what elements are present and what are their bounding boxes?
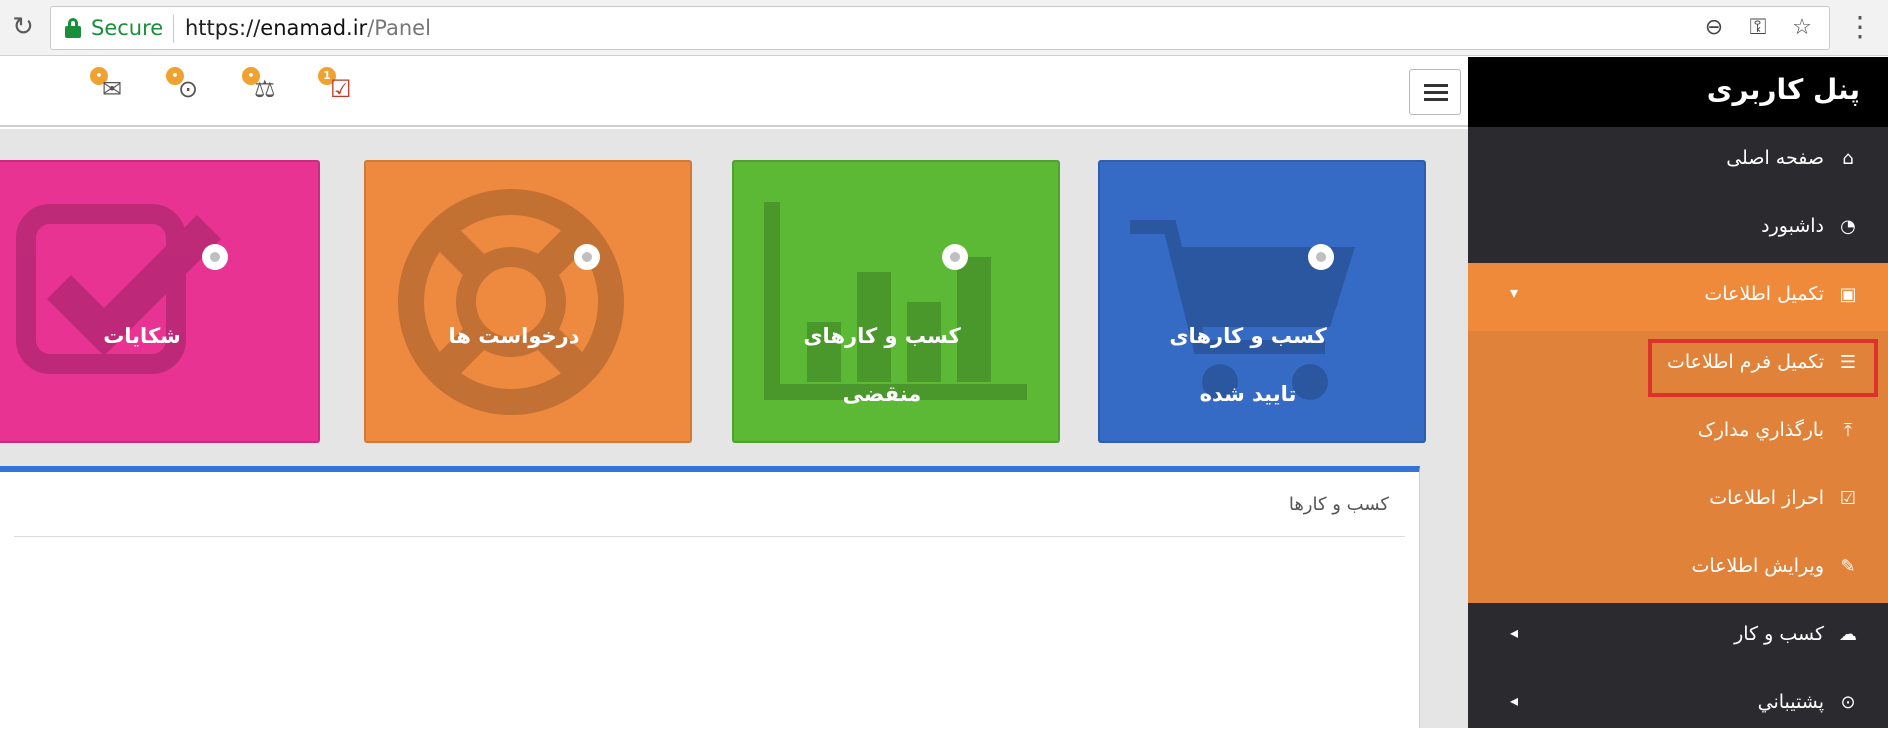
businesses-panel: کسب و کارها xyxy=(0,466,1420,728)
id-card-icon: ▣ xyxy=(1839,284,1857,305)
main-content: شکایات درخواست ها کسب و کارهای منقضی کسب… xyxy=(0,129,1468,728)
home-icon: ⌂ xyxy=(1842,148,1854,169)
cloud-icon: ☁ xyxy=(1839,624,1857,645)
tile-requests[interactable]: درخواست ها xyxy=(364,160,692,443)
tile-label: کسب و کارهای تایید شده xyxy=(1169,324,1327,406)
sidebar-item-label: پشتيباني xyxy=(1757,691,1824,713)
sidebar-item-home[interactable]: ⌂ صفحه اصلی xyxy=(1468,127,1888,195)
sidebar-item-label: ویرایش اطلاعات xyxy=(1691,555,1824,577)
tile-indicator xyxy=(942,244,968,270)
tile-approved-businesses[interactable]: کسب و کارهای تایید شده xyxy=(1098,160,1426,443)
sidebar-toggle-button[interactable] xyxy=(1409,69,1461,115)
support-notification[interactable]: • ⊙ xyxy=(166,67,206,107)
sidebar-item-support[interactable]: ⊙ پشتيباني ◂ xyxy=(1468,671,1888,739)
sidebar-subitem-info-form[interactable]: ☰تکمیل فرم اطلاعات xyxy=(1468,331,1888,399)
upload-icon: ⤒ xyxy=(1844,420,1852,441)
panel-title: کسب و کارها xyxy=(1288,494,1389,515)
browser-toolbar: ↻ Secure https://enamad.ir/Panel ⊖ ⚿ ☆ ⋮ xyxy=(0,0,1888,56)
sidebar-submenu: ☰تکمیل فرم اطلاعات ⤒ بارگذاري مدارک ☑ احرا… xyxy=(1468,331,1888,603)
star-icon[interactable]: ☆ xyxy=(1789,14,1815,42)
sidebar-subitem-upload-docs[interactable]: ⤒ بارگذاري مدارک xyxy=(1468,399,1888,467)
tile-indicator xyxy=(202,244,228,270)
calendar-check-icon: ☑ xyxy=(330,75,352,103)
tile-indicator xyxy=(1308,244,1334,270)
edit-icon: ✎ xyxy=(1840,556,1856,577)
address-divider xyxy=(173,15,174,43)
highlight-box xyxy=(1648,339,1878,397)
sidebar-item-label: داشبورد xyxy=(1761,215,1824,237)
dashboard-icon: ◔ xyxy=(1840,216,1856,237)
balance-scale-icon: ⚖ xyxy=(254,75,276,103)
url-path: /Panel xyxy=(367,16,431,40)
tile-expired-businesses[interactable]: کسب و کارهای منقضی xyxy=(732,160,1060,443)
check-square-icon: ☑ xyxy=(1839,488,1857,509)
tile-complaints[interactable]: شکایات xyxy=(0,160,320,443)
sidebar-item-dashboard[interactable]: ◔ داشبورد xyxy=(1468,195,1888,263)
reload-icon[interactable]: ↻ xyxy=(8,12,38,42)
address-bar[interactable]: Secure https://enamad.ir/Panel ⊖ ⚿ ☆ xyxy=(50,6,1830,50)
messages-notification[interactable]: • ✉ xyxy=(90,67,130,107)
sidebar-subitem-verify-info[interactable]: ☑ احراز اطلاعات xyxy=(1468,467,1888,535)
calendar-notification[interactable]: 1 ☑ xyxy=(318,67,358,107)
sidebar: پنل کاربری ⌂ صفحه اصلی ◔ داشبورد ▣ تکمیل اط… xyxy=(1468,57,1888,728)
top-navbar: • ✉ • ⊙ • ⚖ 1 ☑ xyxy=(0,57,1468,127)
sidebar-item-business[interactable]: ☁ کسب و کار ◂ xyxy=(1468,603,1888,671)
caret-left-icon: ◂ xyxy=(1510,691,1519,710)
sidebar-title: پنل کاربری xyxy=(1468,57,1888,127)
life-ring-icon: ⊙ xyxy=(178,75,199,103)
caret-down-icon: ▾ xyxy=(1510,283,1519,302)
url-host: enamad.ir xyxy=(260,16,368,40)
sidebar-item-label: احراز اطلاعات xyxy=(1709,487,1824,509)
zoom-out-icon[interactable]: ⊖ xyxy=(1701,14,1727,42)
secure-label: Secure xyxy=(91,16,164,40)
envelope-open-icon: ✉ xyxy=(102,75,123,103)
caret-left-icon: ◂ xyxy=(1510,623,1519,642)
sidebar-item-label: تکمیل اطلاعات xyxy=(1704,283,1824,305)
sidebar-item-label: کسب و کار xyxy=(1734,623,1824,645)
tile-label: کسب و کارهای منقضی xyxy=(803,324,961,406)
life-ring-icon: ⊙ xyxy=(1840,692,1856,713)
sidebar-item-label: بارگذاري مدارک xyxy=(1697,419,1824,441)
sidebar-subitem-edit-info[interactable]: ✎ ویرایش اطلاعات xyxy=(1468,535,1888,603)
sidebar-item-label: صفحه اصلی xyxy=(1726,147,1824,169)
url-scheme: https:// xyxy=(185,16,261,40)
complaints-notification[interactable]: • ⚖ xyxy=(242,67,282,107)
key-icon[interactable]: ⚿ xyxy=(1745,14,1771,42)
tile-indicator xyxy=(574,244,600,270)
tile-label: شکایات xyxy=(103,324,181,348)
sidebar-item-complete-info[interactable]: ▣ تکمیل اطلاعات ▾ xyxy=(1468,263,1888,331)
lock-icon xyxy=(65,18,81,38)
tile-label: درخواست ها xyxy=(448,324,580,348)
panel-divider xyxy=(14,536,1405,537)
url-text[interactable]: https://enamad.ir/Panel xyxy=(185,16,431,40)
life-ring-icon xyxy=(398,189,624,415)
menu-kebab-icon[interactable]: ⋮ xyxy=(1846,12,1874,42)
